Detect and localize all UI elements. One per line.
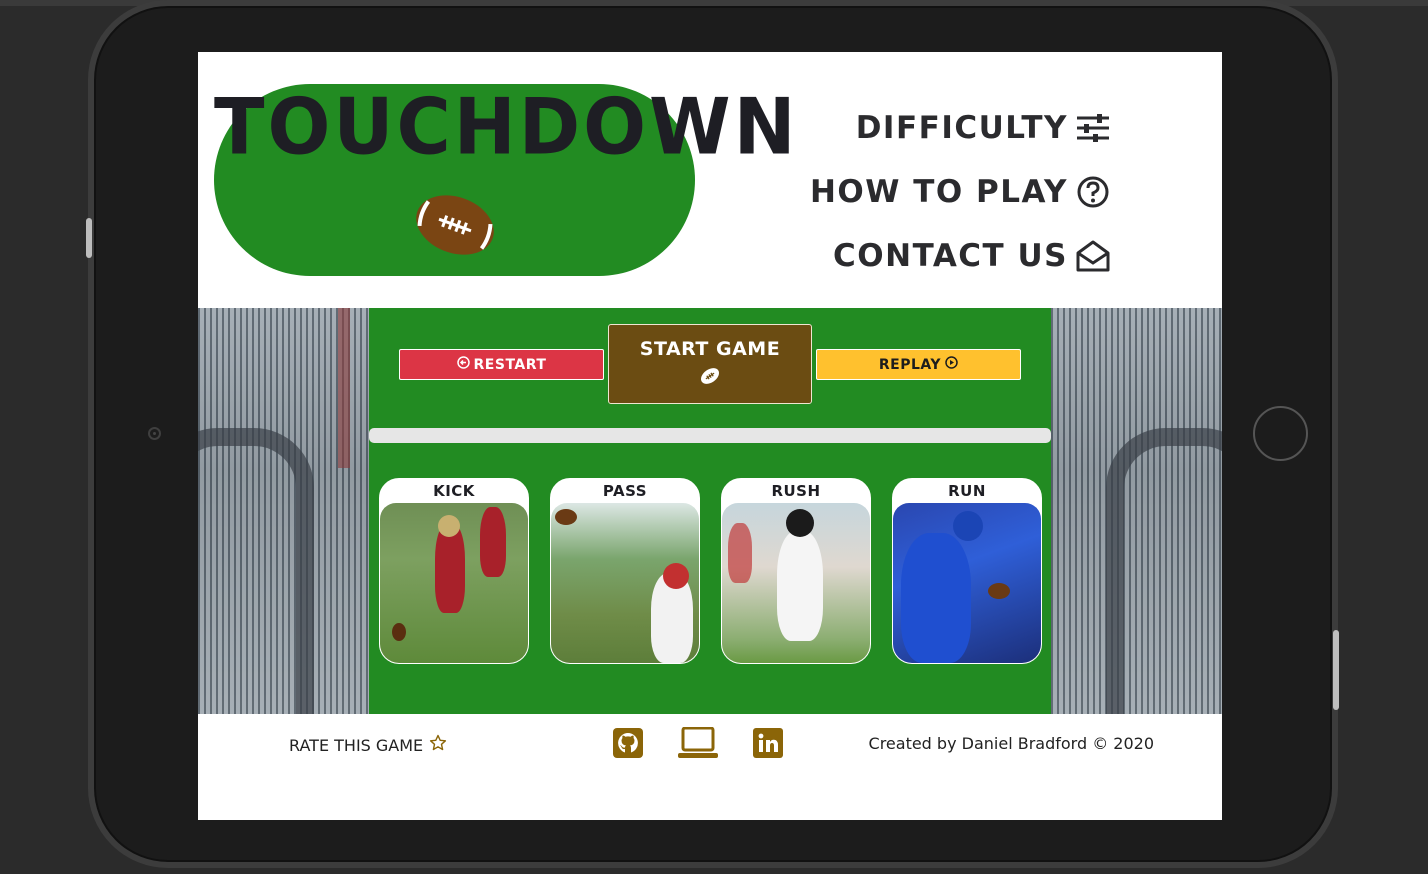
run-photo <box>893 503 1041 663</box>
app-screen: TOUCHDOWN DIFFICULTY HOW TO PLAY CONTACT… <box>198 52 1222 820</box>
nav-difficulty[interactable]: DIFFICULTY <box>810 96 1110 160</box>
play-card-run[interactable]: RUN <box>892 478 1042 664</box>
rush-photo <box>722 503 870 663</box>
camera-icon <box>148 427 161 440</box>
linkedin-icon <box>753 728 783 762</box>
kick-photo <box>380 503 528 663</box>
game-area: RESTART START GAME REPLAY KICK PASS RUSH… <box>198 308 1222 736</box>
start-game-button[interactable]: START GAME <box>608 324 812 404</box>
play-cards: KICK PASS RUSH RUN <box>379 478 1042 664</box>
social-links <box>612 726 784 763</box>
play-card-pass[interactable]: PASS <box>550 478 700 664</box>
football-logo-icon <box>408 188 502 266</box>
undo-circle-icon <box>456 356 470 373</box>
replay-label: REPLAY <box>878 356 942 373</box>
nav-how-to-play-label: HOW TO PLAY <box>809 174 1068 210</box>
rate-game-link[interactable]: RATE THIS GAME <box>289 734 447 756</box>
nav-contact-us[interactable]: CONTACT US <box>810 224 1110 288</box>
portfolio-link[interactable] <box>678 726 718 763</box>
start-game-label: START GAME <box>639 337 781 360</box>
rate-game-label: RATE THIS GAME <box>289 735 424 755</box>
footer: RATE THIS GAME Created by Daniel Bradfor… <box>198 714 1222 820</box>
tablet-side-button <box>1333 630 1339 710</box>
tablet-side-button <box>86 218 92 258</box>
envelope-open-icon <box>1076 239 1110 273</box>
nav-contact-us-label: CONTACT US <box>833 238 1068 274</box>
nav-how-to-play[interactable]: HOW TO PLAY <box>810 160 1110 224</box>
progress-bar <box>369 428 1051 443</box>
pass-photo <box>551 503 699 663</box>
github-link[interactable] <box>612 728 644 762</box>
play-card-label: RUN <box>948 482 986 500</box>
play-card-label: RUSH <box>771 482 821 500</box>
play-circle-icon <box>945 356 958 373</box>
app-title: TOUCHDOWN <box>214 81 799 173</box>
main-nav: DIFFICULTY HOW TO PLAY CONTACT US <box>810 96 1110 288</box>
stadium-background-right <box>1051 308 1222 736</box>
play-card-label: PASS <box>602 482 648 500</box>
github-icon <box>613 728 643 762</box>
sliders-icon <box>1076 111 1110 145</box>
star-icon <box>429 734 447 756</box>
replay-button[interactable]: REPLAY <box>816 349 1021 380</box>
question-circle-icon <box>1076 175 1110 209</box>
play-card-rush[interactable]: RUSH <box>721 478 871 664</box>
football-icon <box>699 366 721 391</box>
play-card-label: KICK <box>433 482 475 500</box>
stadium-background-left <box>198 308 369 736</box>
nav-difficulty-label: DIFFICULTY <box>855 110 1068 146</box>
game-field: RESTART START GAME REPLAY KICK PASS RUSH… <box>369 308 1051 714</box>
play-card-kick[interactable]: KICK <box>379 478 529 664</box>
restart-label: RESTART <box>473 356 547 373</box>
linkedin-link[interactable] <box>752 728 784 762</box>
credit-text: Created by Daniel Bradford © 2020 <box>868 734 1154 753</box>
restart-button[interactable]: RESTART <box>399 349 604 380</box>
home-button[interactable] <box>1253 406 1308 461</box>
laptop-icon <box>678 726 718 763</box>
